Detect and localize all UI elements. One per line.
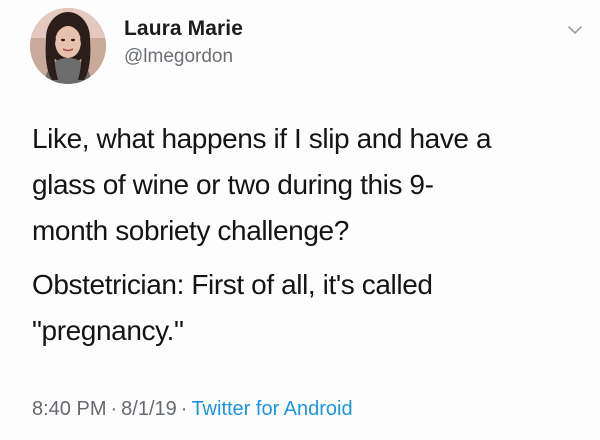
tweet-time[interactable]: 8:40 PM xyxy=(32,398,106,420)
separator: · xyxy=(110,398,118,420)
separator: · xyxy=(180,398,188,420)
display-name[interactable]: Laura Marie xyxy=(124,17,243,41)
tweet-source-link[interactable]: Twitter for Android xyxy=(191,398,352,420)
tweet-text: Like, what happens if I slip and have a … xyxy=(32,116,580,354)
tweet-date[interactable]: 8/1/19 xyxy=(121,398,177,420)
user-handle[interactable]: @lmegordon xyxy=(124,46,233,68)
tweet-paragraph: Like, what happens if I slip and have a … xyxy=(32,123,492,246)
tweet-paragraph: Obstetrician: First of all, it's called … xyxy=(32,269,433,346)
avatar[interactable] xyxy=(30,8,106,84)
tweet-card: Laura Marie @lmegordon Like, what happen… xyxy=(0,0,600,440)
avatar-image xyxy=(30,8,106,84)
tweet-metadata: 8:40 PM · 8/1/19 · Twitter for Android xyxy=(32,398,353,421)
chevron-down-icon[interactable] xyxy=(567,22,583,38)
